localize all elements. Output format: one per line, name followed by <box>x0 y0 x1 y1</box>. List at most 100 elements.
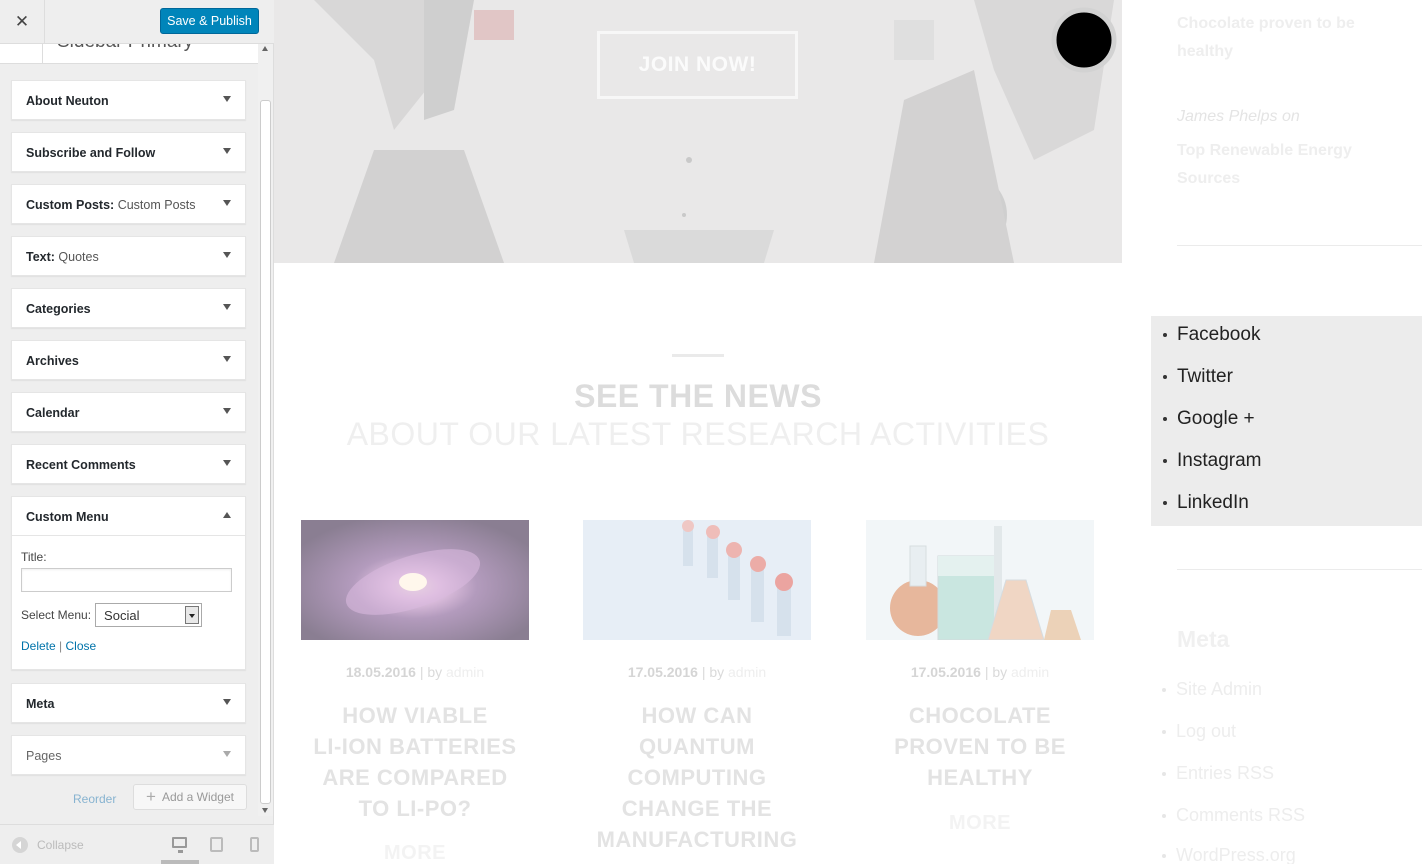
post-thumbnail-flasks[interactable] <box>866 520 1094 640</box>
recent-post-link[interactable]: Chocolate proven to be healthy <box>1177 10 1355 66</box>
post-title-link[interactable]: CHOCOLATE PROVEN TO BE HEALTHY <box>866 700 1094 793</box>
collapse-icon <box>12 837 28 853</box>
social-link-twitter[interactable]: Twitter <box>1163 366 1233 388</box>
more-link[interactable]: MORE <box>866 812 1094 835</box>
meta-link[interactable]: Log out <box>1162 721 1236 742</box>
bullet-icon <box>1163 417 1167 421</box>
section-title: Sidebar Primary <box>57 44 193 53</box>
hero-banner: JOIN NOW! <box>274 0 1122 263</box>
post-title-line: LI-ION BATTERIES <box>313 734 517 759</box>
recent-post-line: healthy <box>1177 43 1234 60</box>
post-meta: 17.05.2016 | by admin <box>583 664 811 680</box>
social-menu-widget: Facebook Twitter Google + Instagram Link… <box>1151 316 1422 526</box>
more-link[interactable]: MORE <box>301 842 529 864</box>
post-card[interactable] <box>583 520 811 640</box>
post-meta: 18.05.2016 | by admin <box>301 664 529 680</box>
widget-calendar[interactable]: Calendar <box>11 392 246 432</box>
title-input[interactable] <box>21 568 232 592</box>
back-button[interactable] <box>0 44 43 64</box>
widget-custom-menu-header[interactable]: Custom Menu <box>12 497 245 535</box>
meta-link[interactable]: Entries RSS <box>1162 763 1274 784</box>
galaxy-image <box>301 520 529 640</box>
desktop-icon[interactable] <box>172 837 187 853</box>
widget-title: Text: <box>26 250 55 264</box>
widget-custom-posts[interactable]: Custom Posts: Custom Posts <box>11 184 246 224</box>
widget-meta[interactable]: Meta <box>11 683 246 723</box>
chevron-down-icon <box>223 304 231 310</box>
post-author-link[interactable]: admin <box>1011 664 1049 680</box>
mobile-icon[interactable] <box>250 837 259 852</box>
post-title-link[interactable]: HOW VIABLE LI-ION BATTERIES ARE COMPARED… <box>301 700 529 824</box>
delete-link[interactable]: Delete <box>21 639 56 653</box>
chevron-up-icon <box>223 512 231 518</box>
recent-post-line: Top Renewable Energy <box>1177 142 1352 159</box>
widget-subscribe-follow[interactable]: Subscribe and Follow <box>11 132 246 172</box>
widget-text-quotes[interactable]: Text: Quotes <box>11 236 246 276</box>
scrollbar-thumb[interactable] <box>260 100 271 804</box>
panel-scrollbar[interactable] <box>258 44 273 816</box>
post-author-link[interactable]: admin <box>446 664 484 680</box>
close-button[interactable]: ✕ <box>0 0 45 44</box>
post-title-line: HOW CAN <box>641 703 753 728</box>
chevron-down-icon <box>223 200 231 206</box>
post-title-line: CHANGE THE <box>621 796 773 821</box>
scroll-down-arrow[interactable] <box>262 808 268 813</box>
post-thumbnail-vials[interactable] <box>583 520 811 640</box>
recent-post-line: Chocolate proven to be <box>1177 15 1355 32</box>
post-author-link[interactable]: admin <box>728 664 766 680</box>
recent-post-link[interactable]: Top Renewable Energy Sources <box>1177 137 1352 193</box>
recent-post-line: Sources <box>1177 170 1241 187</box>
widget-categories[interactable]: Categories <box>11 288 246 328</box>
meta-link[interactable]: Site Admin <box>1162 679 1262 700</box>
meta-link[interactable]: WordPress.org <box>1162 845 1296 864</box>
post-card[interactable] <box>866 520 1094 640</box>
save-publish-button[interactable]: Save & Publish <box>160 8 259 34</box>
add-widget-button[interactable]: + Add a Widget <box>133 784 247 810</box>
social-link-linkedin[interactable]: LinkedIn <box>1163 492 1249 514</box>
meta-link-label: WordPress.org <box>1176 845 1296 864</box>
section-header: Sidebar Primary <box>0 44 258 64</box>
scroll-up-arrow[interactable] <box>262 46 268 51</box>
collapse-button[interactable]: Collapse <box>12 837 84 853</box>
widget-about-neuton[interactable]: About Neuton <box>11 80 246 120</box>
widget-list-scroll[interactable]: Sidebar Primary About Neuton Subscribe a… <box>0 44 258 816</box>
chevron-down-icon <box>223 751 231 757</box>
widget-pages[interactable]: Pages <box>11 735 246 775</box>
chevron-down-icon <box>223 148 231 154</box>
close-link[interactable]: Close <box>66 639 97 653</box>
post-title-line: HOW VIABLE <box>342 703 488 728</box>
widget-recent-comments[interactable]: Recent Comments <box>11 444 246 484</box>
widget-custom-menu: Custom Menu Title: Select Menu: Social D… <box>11 496 246 670</box>
widget-subtitle: Custom Posts <box>117 198 196 212</box>
meta-link-label: Log out <box>1176 721 1237 741</box>
link-separator: | <box>59 639 63 653</box>
bullet-icon <box>1163 501 1167 505</box>
widget-title: Categories <box>26 302 91 316</box>
widget-title: Recent Comments <box>26 458 136 472</box>
reorder-link[interactable]: Reorder <box>73 792 116 806</box>
flasks-image <box>866 520 1094 640</box>
customizer-footer: Collapse <box>0 824 274 864</box>
post-title-line: ARE COMPARED <box>322 765 508 790</box>
dropdown-arrow-icon[interactable] <box>185 606 200 624</box>
post-title-line: HEALTHY <box>927 765 1033 790</box>
select-menu-label: Select Menu: <box>21 608 92 622</box>
post-date: 17.05.2016 <box>627 664 698 680</box>
post-title-line: MANUFACTURING <box>596 827 798 852</box>
social-link-instagram[interactable]: Instagram <box>1163 450 1261 472</box>
social-link-google-plus[interactable]: Google + <box>1163 408 1255 430</box>
post-thumbnail-galaxy[interactable] <box>301 520 529 640</box>
post-title-link[interactable]: HOW CAN QUANTUM COMPUTING CHANGE THE MAN… <box>583 700 811 855</box>
post-date: 18.05.2016 <box>345 664 416 680</box>
widget-archives[interactable]: Archives <box>11 340 246 380</box>
chevron-down-icon <box>223 96 231 102</box>
post-card[interactable] <box>301 520 529 640</box>
select-menu-dropdown[interactable]: Social <box>95 603 203 627</box>
tablet-icon[interactable] <box>210 837 223 852</box>
meta-link-label: Entries RSS <box>1176 763 1275 783</box>
join-now-button[interactable]: JOIN NOW! <box>597 31 798 99</box>
vials-image <box>583 520 811 640</box>
meta-link[interactable]: Comments RSS <box>1162 805 1305 826</box>
post-title-line: TO LI-PO? <box>358 796 472 821</box>
social-link-facebook[interactable]: Facebook <box>1163 324 1260 346</box>
